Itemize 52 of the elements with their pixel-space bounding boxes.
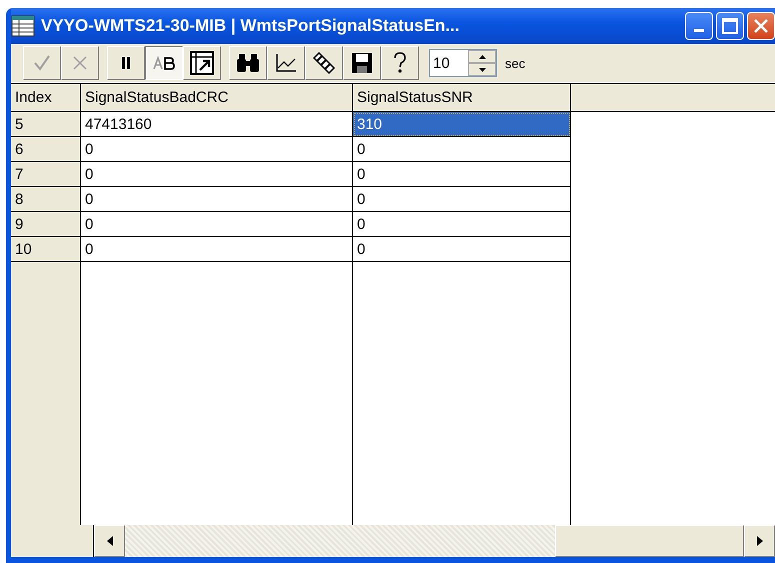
pencil-icon — [312, 52, 336, 74]
row-index[interactable]: 8 — [11, 187, 81, 212]
maximize-icon — [722, 18, 738, 34]
row-index[interactable]: 9 — [11, 212, 81, 237]
toolbar-button[interactable] — [145, 46, 183, 80]
table-cell[interactable]: 0 — [353, 212, 571, 237]
window-title: VYYO-WMTS21-30-MIB | WmtsPortSignalStatusEn... — [41, 16, 460, 36]
table-cell[interactable]: 47413160 — [81, 112, 353, 137]
scroll-right-button[interactable] — [744, 525, 775, 557]
table-cell[interactable]: 0 — [81, 187, 353, 212]
maximize-button[interactable] — [716, 12, 744, 40]
row-index[interactable]: 5 — [11, 112, 81, 137]
pause-icon — [122, 57, 130, 69]
table-cell[interactable]: 0 — [81, 137, 353, 162]
scroll-thumb[interactable] — [555, 525, 744, 557]
table-cell[interactable]: 0 — [353, 162, 571, 187]
close-icon — [72, 55, 88, 71]
close-button[interactable] — [747, 12, 775, 40]
table-cell[interactable]: 0 — [81, 212, 353, 237]
up-arrow-icon — [478, 54, 486, 58]
right-arrow-icon — [756, 536, 762, 546]
letters-icon — [153, 56, 175, 70]
horizontal-scrollbar[interactable] — [94, 525, 775, 557]
row-index[interactable]: 10 — [11, 237, 81, 262]
expand-icon — [190, 51, 214, 75]
line-chart-icon — [275, 53, 297, 73]
down-arrow-icon — [478, 68, 486, 72]
table-icon — [11, 15, 35, 37]
row-index[interactable]: 6 — [11, 137, 81, 162]
left-arrow-icon — [106, 536, 112, 546]
table-cell[interactable]: 310 — [353, 112, 571, 137]
binoculars-icon — [236, 53, 260, 73]
close-icon — [753, 18, 769, 34]
table-cell[interactable]: 0 — [353, 137, 571, 162]
minimize-icon — [694, 29, 704, 32]
table-cell[interactable]: 0 — [353, 187, 571, 212]
column-header[interactable]: Index — [11, 84, 81, 112]
scroll-left-button[interactable] — [94, 525, 125, 557]
column-header[interactable]: SignalStatusSNR — [353, 84, 571, 112]
table-cell[interactable]: 0 — [353, 237, 571, 262]
help-icon — [392, 52, 408, 74]
unit-label: sec — [505, 56, 526, 70]
check-icon — [33, 54, 51, 72]
minimize-button[interactable] — [685, 12, 713, 40]
table-cell[interactable]: 0 — [81, 237, 353, 262]
row-index[interactable]: 7 — [11, 162, 81, 187]
spin-up-button[interactable] — [468, 50, 496, 63]
spin-down-button[interactable] — [468, 63, 496, 76]
interval-spinner[interactable]: 10 — [429, 49, 497, 77]
table-cell[interactable]: 0 — [81, 162, 353, 187]
column-header[interactable]: SignalStatusBadCRC — [81, 84, 353, 112]
save-icon — [351, 52, 373, 74]
